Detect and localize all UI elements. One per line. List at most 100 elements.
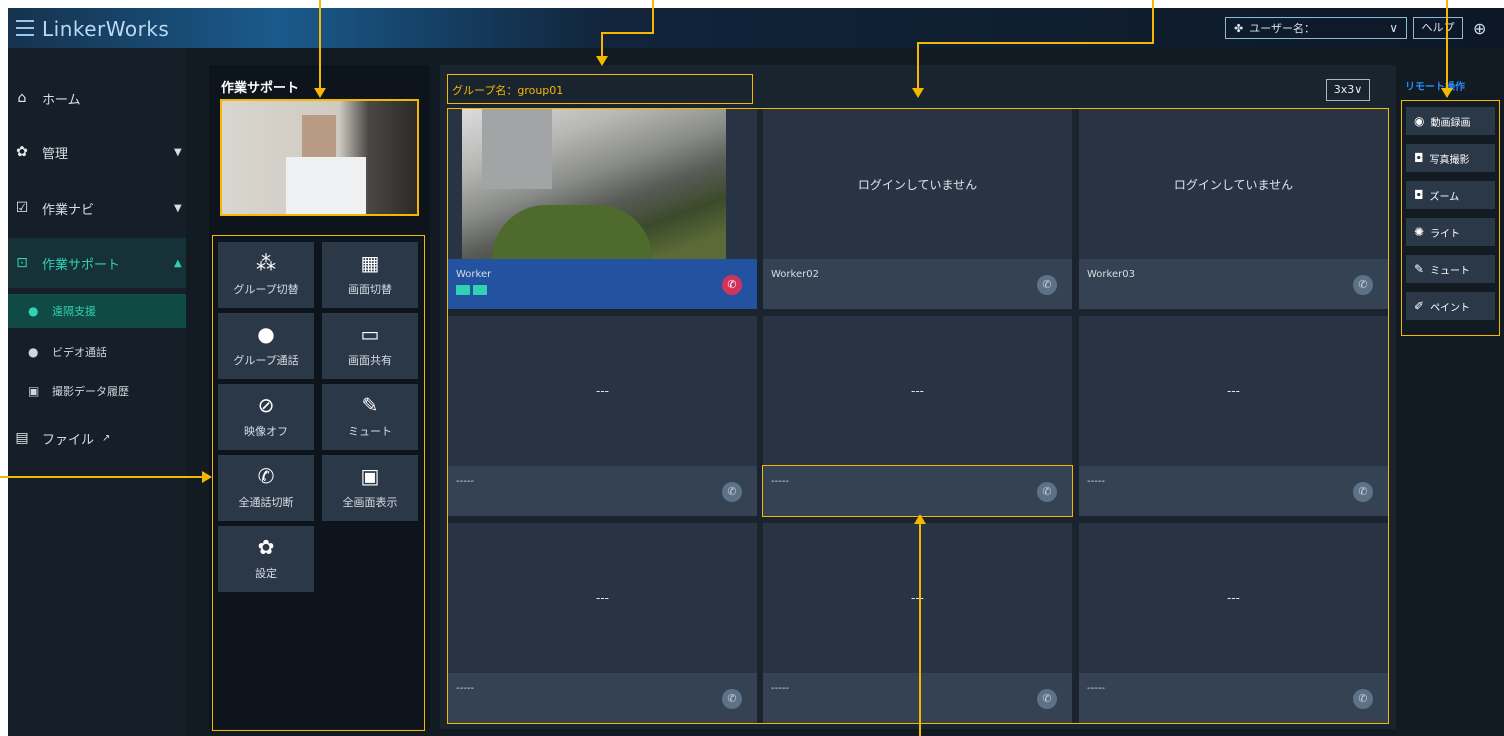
record-video-button[interactable]: ◉ 動画録画 xyxy=(1406,107,1495,135)
worker-name: Worker02 xyxy=(771,269,819,280)
sidebar-item-home[interactable]: ⌂ ホーム xyxy=(8,82,186,114)
app-logo: LinkerWorks xyxy=(42,17,170,41)
annotation-arrowhead xyxy=(202,471,212,483)
hangup-all-button[interactable]: ✆ 全通話切断 xyxy=(218,455,314,521)
worker-name: Worker xyxy=(456,269,492,280)
remote-panel-title: リモート操作 xyxy=(1405,82,1465,93)
hangup-icon[interactable]: ✆ xyxy=(722,275,742,295)
worker-cell-footer: ----- ✆ xyxy=(448,466,757,516)
take-photo-button[interactable]: ◘ 写真撮影 xyxy=(1406,144,1495,172)
worker-name: ----- xyxy=(456,476,475,487)
worker-cell[interactable]: --- ----- ✆ xyxy=(448,316,757,516)
settings-button[interactable]: ✿ 設定 xyxy=(218,526,314,592)
mute-button[interactable]: ✎ ミュート xyxy=(322,384,418,450)
annotation-line xyxy=(1152,0,1154,44)
group-switch-button[interactable]: ⁂ グループ切替 xyxy=(218,242,314,308)
zoom-button[interactable]: ◘ ズーム xyxy=(1406,181,1495,209)
worker-name: ----- xyxy=(771,683,790,694)
cell-status-message: ログインしていません xyxy=(857,177,978,192)
button-label: ライト xyxy=(1430,228,1461,240)
worker-cell[interactable]: --- ----- ✆ xyxy=(1079,316,1388,516)
checkbox-icon: ☑ xyxy=(15,200,29,216)
layout-value: 3x3 xyxy=(1333,83,1355,96)
zoom-camera-icon: ◘ xyxy=(1414,188,1424,202)
call-icon[interactable]: ✆ xyxy=(1353,482,1373,502)
worker-cell[interactable]: --- ----- ✆ xyxy=(448,523,757,723)
gear-icon: ✿ xyxy=(16,144,28,160)
sidebar-item-label: 作業サポート xyxy=(42,257,121,273)
worker-cell[interactable]: Worker ✆ xyxy=(448,109,757,309)
fullscreen-icon: ▣ xyxy=(360,464,380,488)
home-icon: ⌂ xyxy=(17,90,27,106)
light-button[interactable]: ✺ ライト xyxy=(1406,218,1495,246)
button-label: 映像オフ xyxy=(244,425,288,438)
annotation-line xyxy=(652,0,654,34)
self-video-preview xyxy=(220,99,419,216)
cell-status-message: --- xyxy=(911,591,924,605)
video-off-button[interactable]: ⊘ 映像オフ xyxy=(218,384,314,450)
button-label: 写真撮影 xyxy=(1429,154,1470,166)
chevron-down-icon: ∨ xyxy=(1389,21,1398,35)
sidebar-item-file[interactable]: ▤ ファイル ↗ xyxy=(8,422,186,454)
layout-select[interactable]: 3x3∨ xyxy=(1326,79,1370,101)
call-icon[interactable]: ✆ xyxy=(1037,689,1057,709)
sidebar-item-label: ホーム xyxy=(42,92,81,108)
button-label: グループ通話 xyxy=(233,354,299,367)
paint-button[interactable]: ✐ ペイント xyxy=(1406,292,1495,320)
cell-status-message: --- xyxy=(596,591,609,605)
sidebar-subitem-remote-support[interactable]: ● 遠隔支援 xyxy=(8,294,186,328)
button-label: 設定 xyxy=(255,567,277,580)
screen-switch-button[interactable]: ▦ 画面切替 xyxy=(322,242,418,308)
button-label: グループ切替 xyxy=(233,283,299,296)
worker-grid: Worker ✆ ログインしていません Worker02 ✆ ログインしていませ… xyxy=(447,108,1389,724)
header-bar: LinkerWorks ✤ ユーザー名： ∨ ヘルプ ⊕ xyxy=(8,8,1504,48)
remote-mute-button[interactable]: ✎ ミュート xyxy=(1406,255,1495,283)
button-label: 全画面表示 xyxy=(342,496,398,509)
button-label: 画面切替 xyxy=(348,283,392,296)
screen-share-button[interactable]: ▭ 画面共有 xyxy=(322,313,418,379)
call-icon[interactable]: ✆ xyxy=(722,482,742,502)
sidebar-subitem-video-call[interactable]: ● ビデオ通話 xyxy=(8,335,186,369)
call-icon[interactable]: ✆ xyxy=(1037,275,1057,295)
worker-cell[interactable]: ログインしていません Worker03 ✆ xyxy=(1079,109,1388,309)
group-call-icon: ● xyxy=(257,322,275,346)
help-button[interactable]: ヘルプ xyxy=(1413,17,1463,39)
annotation-line xyxy=(919,524,921,736)
call-icon[interactable]: ✆ xyxy=(1353,275,1373,295)
worker-cell[interactable]: --- ----- ✆ xyxy=(763,523,1072,723)
sidebar-subitem-capture-history[interactable]: ▣ 撮影データ履歴 xyxy=(8,374,186,408)
menu-icon[interactable] xyxy=(16,20,34,36)
worker-cell[interactable]: --- ----- ✆ xyxy=(1079,523,1388,723)
annotation-arrowhead xyxy=(912,88,924,98)
annotation-line xyxy=(601,32,654,34)
globe-icon[interactable]: ⊕ xyxy=(1473,19,1486,38)
work-support-panel: 作業サポート ⁂ グループ切替 ▦ 画面切替 ● グループ通話 ▭ 画面共有 ⊘… xyxy=(209,65,430,731)
call-icon[interactable]: ✆ xyxy=(722,689,742,709)
annotation-line xyxy=(319,0,321,88)
highlighted-cell-footer xyxy=(762,465,1073,517)
sidebar-item-work-navi[interactable]: ☑ 作業ナビ ▼ xyxy=(8,192,186,224)
video-off-icon: ⊘ xyxy=(257,393,275,417)
chat-icon: ⊡ xyxy=(16,255,28,271)
annotation-line xyxy=(1446,0,1448,88)
mic-mute-icon: ✎ xyxy=(361,393,379,417)
fullscreen-button[interactable]: ▣ 全画面表示 xyxy=(322,455,418,521)
sidebar-subitem-label: ビデオ通話 xyxy=(52,346,107,359)
history-icon: ▣ xyxy=(28,384,40,398)
pen-icon: ✐ xyxy=(1414,299,1425,313)
worker-cell-footer: Worker02 ✆ xyxy=(763,259,1072,309)
user-menu-button[interactable]: ✤ ユーザー名： ∨ xyxy=(1225,17,1407,39)
video-grid-area: グループ名：group01 3x3∨ Worker ✆ ログインしていません W… xyxy=(440,65,1396,729)
sidebar-item-work-support[interactable]: ⊡ 作業サポート ▲ xyxy=(8,238,186,288)
annotation-line xyxy=(0,476,204,478)
sidebar-item-admin[interactable]: ✿ 管理 ▼ xyxy=(8,136,186,168)
external-link-icon: ↗ xyxy=(102,432,111,444)
worker-cell[interactable]: ログインしていません Worker02 ✆ xyxy=(763,109,1072,309)
call-icon[interactable]: ✆ xyxy=(1353,689,1373,709)
button-label: ペイント xyxy=(1430,302,1471,314)
group-call-button[interactable]: ● グループ通話 xyxy=(218,313,314,379)
annotation-line xyxy=(601,32,603,58)
caret-up-icon: ▲ xyxy=(174,257,182,269)
annotation-arrowhead xyxy=(314,88,326,98)
cell-status-message: --- xyxy=(596,384,609,398)
